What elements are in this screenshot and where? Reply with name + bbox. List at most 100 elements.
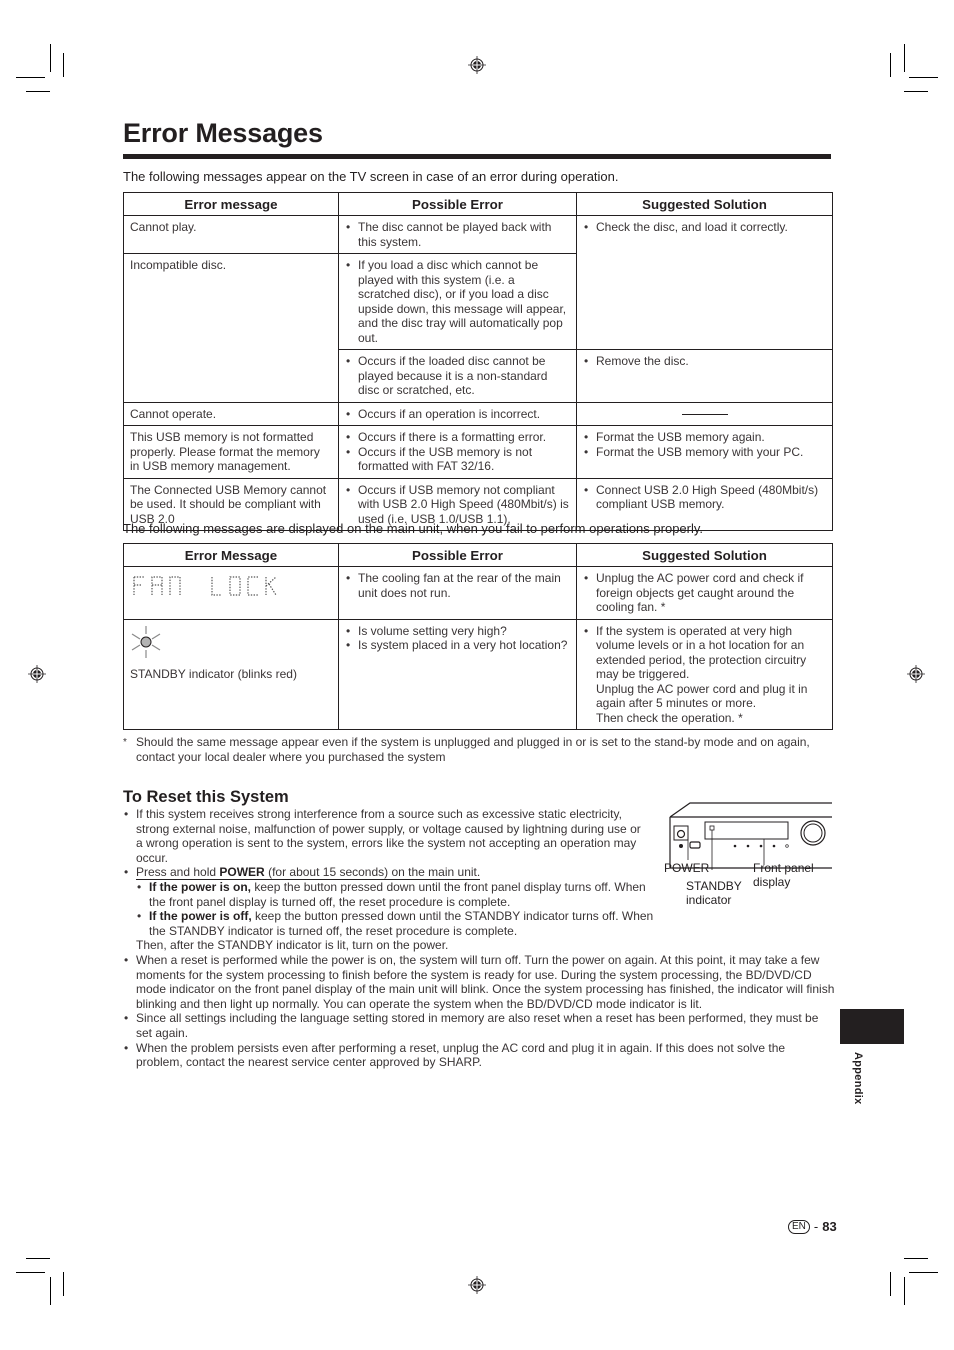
list-item: If this system receives strong interfere… xyxy=(123,807,646,865)
condition-label: If the power is on, xyxy=(149,879,252,894)
solution-text: If the system is operated at very high v… xyxy=(596,623,807,682)
then-text: Then, after the STANDBY indicator is lit… xyxy=(136,938,449,953)
suggested-solution-cell: Check the disc, and load it correctly. xyxy=(576,215,833,350)
crop-mark xyxy=(26,1258,50,1259)
column-header: Suggested Solution xyxy=(576,543,833,567)
error-message-cell: STANDBY indicator (blinks red) xyxy=(123,618,339,730)
column-header: Error Message xyxy=(123,543,339,567)
crop-mark xyxy=(909,1272,938,1273)
table-row: Cannot operate. Occurs if an operation i… xyxy=(123,401,833,426)
crop-mark xyxy=(904,44,905,72)
page-title: Error Messages xyxy=(123,118,323,148)
error-message-cell: Incompatible disc. xyxy=(123,253,339,403)
list-item: Occurs if the loaded disc cannot be play… xyxy=(345,354,570,398)
display-label-line: display xyxy=(753,875,791,889)
crop-mark xyxy=(909,77,938,78)
column-header: Possible Error xyxy=(338,543,577,567)
list-item: Format the USB memory with your PC. xyxy=(583,445,826,460)
error-message-cell: FAN LOCK xyxy=(123,566,339,620)
reset-section-title: To Reset this System xyxy=(123,788,289,806)
possible-error-cell: Is volume setting very high? Is system p… xyxy=(338,618,577,730)
standby-label-line: indicator xyxy=(686,893,732,907)
registration-mark-icon xyxy=(28,665,46,683)
list-item: Remove the disc. xyxy=(583,354,826,369)
column-header: Suggested Solution xyxy=(576,192,833,216)
list-item: The disc cannot be played back with this… xyxy=(345,220,570,249)
registration-mark-icon xyxy=(907,665,925,683)
tv-error-table: Error message Possible Error Suggested S… xyxy=(123,192,833,531)
crop-mark xyxy=(50,1277,51,1305)
column-header: Error message xyxy=(123,192,339,216)
main-unit-front-panel-illustration xyxy=(669,802,832,870)
registration-mark-icon xyxy=(468,1276,486,1294)
table-header-row: Error Message Possible Error Suggested S… xyxy=(123,543,833,567)
display-label-line: Front panel xyxy=(753,861,814,875)
footnote-text: Should the same message appear even if t… xyxy=(136,735,810,764)
table-row: Cannot play. The disc cannot be played b… xyxy=(123,215,833,350)
blinking-indicator-icon xyxy=(131,625,161,658)
crop-mark xyxy=(890,1272,891,1296)
crop-mark xyxy=(26,91,50,92)
list-item: When a reset is performed while the powe… xyxy=(123,953,835,1011)
list-item: If the system is operated at very high v… xyxy=(583,624,826,726)
page-number: 83 xyxy=(822,1219,837,1234)
list-item: Is system placed in a very hot location? xyxy=(345,638,570,653)
suggested-solution-cell: Unplug the AC power cord and check if fo… xyxy=(576,566,833,620)
intro-unit-text: The following messages are displayed on … xyxy=(123,521,704,536)
table-row: This USB memory is not formatted properl… xyxy=(123,425,833,479)
crop-mark xyxy=(904,1258,928,1259)
registration-mark-icon xyxy=(468,56,486,74)
suggested-solution-cell xyxy=(576,401,833,426)
list-item: Since all settings including the languag… xyxy=(123,1011,835,1040)
instruction-text: Press and hold xyxy=(136,865,220,880)
fan-lock-lcd-display: FAN LOCK xyxy=(133,576,277,596)
possible-error-cell: Occurs if there is a formatting error. O… xyxy=(338,425,577,479)
list-item: Occurs if an operation is incorrect. xyxy=(345,407,570,422)
list-item: If you load a disc which cannot be playe… xyxy=(345,258,570,345)
instruction-text: (for about 15 seconds) on the main unit. xyxy=(264,865,481,880)
column-header: Possible Error xyxy=(338,192,577,216)
solution-text: Then check the operation. * xyxy=(596,710,743,725)
table-header-row: Error message Possible Error Suggested S… xyxy=(123,192,833,216)
solution-text: Unplug the AC power cord and plug it in … xyxy=(596,681,808,711)
table-row: FAN LOCK The cooling fan at the rear of … xyxy=(123,566,833,620)
standby-label: STANDBY indicator xyxy=(686,879,742,907)
unit-error-table: Error Message Possible Error Suggested S… xyxy=(123,543,833,730)
section-label: Appendix xyxy=(852,1052,864,1105)
suggested-solution-cell: Format the USB memory again. Format the … xyxy=(576,425,833,479)
language-badge: EN xyxy=(788,1219,810,1234)
error-message-cell: This USB memory is not formatted properl… xyxy=(123,425,339,479)
crop-mark xyxy=(63,1272,64,1296)
table-row: STANDBY indicator (blinks red) Is volume… xyxy=(123,618,833,730)
list-item: Check the disc, and load it correctly. xyxy=(583,220,826,235)
not-applicable-dash xyxy=(681,413,728,415)
page-footer: EN - 83 xyxy=(788,1219,837,1234)
possible-error-cell: Occurs if an operation is incorrect. xyxy=(338,401,577,426)
possible-error-cell: If you load a disc which cannot be playe… xyxy=(338,253,577,350)
title-rule xyxy=(123,154,831,159)
intro-tv-text: The following messages appear on the TV … xyxy=(123,169,619,184)
front-panel-diagram: POWER STANDBY indicator Front panel displa… xyxy=(660,800,840,910)
list-item: If the power is on, keep the button pres… xyxy=(136,880,659,909)
list-item: Occurs if the USB memory is not formatte… xyxy=(345,445,570,474)
power-label: POWER xyxy=(664,861,710,875)
front-panel-display-label: Front panel display xyxy=(753,861,814,889)
power-instruction: Press and hold POWER (for about 15 secon… xyxy=(136,865,481,881)
crop-mark xyxy=(50,44,51,72)
footnote: * Should the same message appear even if… xyxy=(123,735,833,765)
standby-indicator-label: STANDBY indicator (blinks red) xyxy=(130,666,297,681)
crop-mark xyxy=(16,77,45,78)
suggested-solution-cell: Remove the disc. xyxy=(576,349,833,403)
power-keyword: POWER xyxy=(219,865,265,880)
crop-mark xyxy=(63,53,64,77)
crop-mark xyxy=(904,91,928,92)
suggested-solution-cell: If the system is operated at very high v… xyxy=(576,618,833,730)
possible-error-cell: The cooling fan at the rear of the main … xyxy=(338,566,577,620)
list-item: The cooling fan at the rear of the main … xyxy=(345,571,570,600)
error-message-cell: Cannot play. xyxy=(123,215,339,254)
list-item: Occurs if USB memory not compliant with … xyxy=(345,483,570,527)
list-item: Unplug the AC power cord and check if fo… xyxy=(583,571,826,615)
condition-label: If the power is off, xyxy=(149,909,252,924)
standby-label-line: STANDBY xyxy=(686,879,742,893)
error-message-cell: Cannot operate. xyxy=(123,401,339,426)
